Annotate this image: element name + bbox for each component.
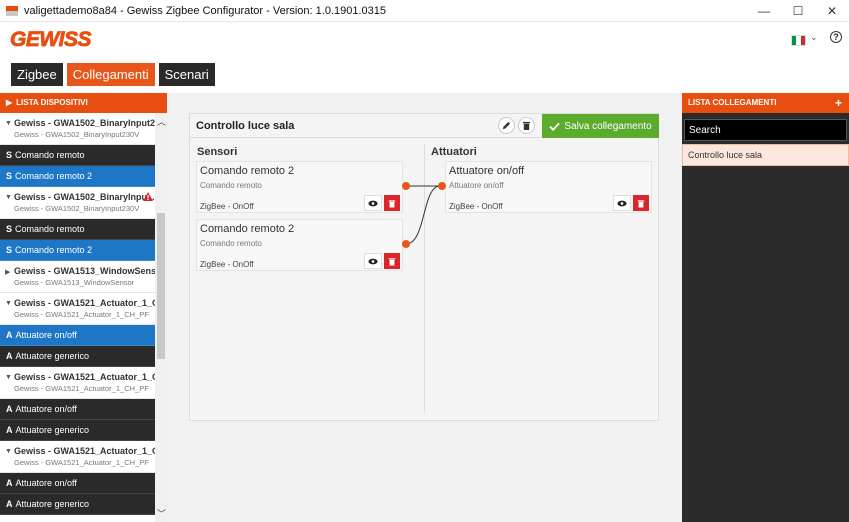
function-label: Attuatore on/off (15, 330, 77, 340)
caret-down-icon[interactable]: ▼ (5, 194, 12, 201)
caret-right-icon: ▶ (6, 98, 13, 107)
function-label: Attuatore generico (15, 351, 90, 361)
link-card: Controllo luce sala Salva collegamento S… (189, 113, 659, 421)
device-name: Gewiss - GWA1502_BinaryInput2... (14, 118, 155, 128)
app-icon (6, 5, 18, 16)
window-controls: — ☐ ✕ (747, 0, 849, 22)
device-entry[interactable]: ▼ Gewiss - GWA1521_Actuator_1_C... Gewiss … (0, 293, 155, 325)
close-button[interactable]: ✕ (815, 0, 849, 22)
scrollbar-thumb[interactable] (157, 213, 165, 359)
device-entry[interactable]: ▼ Gewiss - GWA1502_BinaryInpu... Gewiss - … (0, 187, 155, 219)
device-list: ▼ Gewiss - GWA1502_BinaryInput2... Gewiss … (0, 113, 155, 522)
device-list-panel: ▶ LISTA DISPOSITIVI ▼ Gewiss - GWA1502_Bin… (0, 93, 167, 522)
sensor-output-connector[interactable] (402, 182, 410, 190)
device-model: Gewiss - GWA1502_BinaryInput230V (14, 204, 140, 213)
device-function-item[interactable]: A Attuatore on/off (0, 399, 155, 420)
tab-scenari[interactable]: Scenari (158, 63, 215, 86)
svg-text:GEWISS: GEWISS (10, 28, 92, 50)
function-type-badge: S (6, 245, 13, 255)
function-type-badge: A (6, 330, 13, 340)
device-function-item[interactable]: S Comando remoto (0, 145, 155, 166)
function-label: Comando remoto (15, 224, 85, 234)
device-function-item[interactable]: A Attuatore on/off (0, 325, 155, 346)
device-list-scrollbar[interactable]: ︿ ﹀ (155, 113, 167, 522)
function-label: Comando remoto 2 (15, 171, 93, 181)
function-label: Comando remoto 2 (15, 245, 93, 255)
language-flag-icon[interactable] (791, 35, 806, 46)
connection-wire[interactable] (405, 185, 441, 245)
scroll-down-icon[interactable]: ﹀ (157, 507, 166, 520)
gewiss-logo: GEWISS (10, 28, 93, 53)
caret-down-icon[interactable]: ▼ (5, 374, 12, 381)
device-entry[interactable]: ▼ Gewiss - GWA1502_BinaryInput2... Gewiss … (0, 113, 155, 145)
device-list-title: LISTA DISPOSITIVI (16, 98, 88, 107)
device-model: Gewiss - GWA1521_Actuator_1_CH_PF (14, 384, 149, 393)
device-model: Gewiss - GWA1521_Actuator_1_CH_PF (14, 310, 149, 319)
brand-bar: GEWISS ⌄ ? (0, 22, 849, 58)
warning-icon (143, 192, 153, 201)
device-function-item[interactable]: A Attuatore on/off (0, 473, 155, 494)
link-list-header: LISTA COLLEGAMENTI + (682, 93, 849, 113)
device-function-item[interactable]: A Attuatore generico (0, 494, 155, 515)
device-model: Gewiss - GWA1521_Actuator_1_CH_PF (14, 458, 149, 467)
actuator-input-connector[interactable] (438, 182, 446, 190)
function-type-badge: A (6, 478, 13, 488)
connection-wires (405, 185, 441, 245)
device-entry[interactable]: ▶ Gewiss - GWA1513_WindowSens... Gewiss - … (0, 261, 155, 293)
function-type-badge: A (6, 499, 13, 509)
device-function-item[interactable]: A Attuatore generico (0, 420, 155, 441)
device-name: Gewiss - GWA1521_Actuator_1_C... (14, 372, 155, 382)
function-type-badge: S (6, 171, 13, 181)
device-model: Gewiss - GWA1513_WindowSensor (14, 278, 135, 287)
function-label: Attuatore on/off (15, 404, 77, 414)
device-name: Gewiss - GWA1521_Actuator_1_C... (14, 446, 155, 456)
device-name: Gewiss - GWA1513_WindowSens... (14, 266, 155, 276)
caret-down-icon[interactable]: ▼ (5, 300, 12, 307)
window-title-bar: valigettademo8a84 - Gewiss Zigbee Config… (0, 0, 849, 22)
device-name: Gewiss - GWA1521_Actuator_1_C... (14, 298, 155, 308)
help-icon[interactable]: ? (830, 31, 842, 43)
window-title: valigettademo8a84 - Gewiss Zigbee Config… (24, 4, 386, 17)
function-type-badge: A (6, 425, 13, 435)
function-label: Attuatore generico (15, 425, 90, 435)
device-entry[interactable]: ▼ Gewiss - GWA1521_Actuator_1_C... Gewiss … (0, 441, 155, 473)
flag-stripe (800, 36, 805, 45)
device-model: Gewiss - GWA1502_BinaryInput230V (14, 130, 140, 139)
link-list-item[interactable]: Controllo luce sala (682, 144, 849, 166)
device-list-header: ▶ LISTA DISPOSITIVI (0, 93, 167, 113)
caret-down-icon[interactable]: ▼ (5, 120, 12, 127)
function-type-badge: S (6, 224, 13, 234)
link-list-title: LISTA COLLEGAMENTI (688, 98, 777, 107)
function-label: Comando remoto (15, 150, 85, 160)
device-name: Gewiss - GWA1502_BinaryInpu... (14, 192, 155, 202)
function-label: Attuatore on/off (15, 478, 77, 488)
scroll-up-icon[interactable]: ︿ (157, 115, 166, 128)
link-list-panel: LISTA COLLEGAMENTI + Controllo luce sala (682, 93, 849, 522)
maximize-button[interactable]: ☐ (781, 0, 815, 22)
device-function-item[interactable]: A Attuatore generico (0, 346, 155, 367)
chevron-down-icon[interactable]: ⌄ (810, 32, 818, 43)
device-function-item[interactable]: S Comando remoto (0, 219, 155, 240)
device-function-item[interactable]: S Comando remoto 2 (0, 166, 155, 187)
minimize-button[interactable]: — (747, 0, 781, 22)
sensor-output-connector[interactable] (402, 240, 410, 248)
link-editor-area: Controllo luce sala Salva collegamento S… (167, 93, 682, 522)
caret-right-icon[interactable]: ▶ (5, 268, 10, 276)
tab-zigbee[interactable]: Zigbee (11, 63, 63, 86)
function-type-badge: A (6, 404, 13, 414)
function-label: Attuatore generico (15, 499, 90, 509)
link-search-input[interactable] (684, 119, 847, 141)
device-function-item[interactable]: S Comando remoto 2 (0, 240, 155, 261)
add-link-icon[interactable]: + (835, 93, 842, 113)
function-type-badge: S (6, 150, 13, 160)
caret-down-icon[interactable]: ▼ (5, 448, 12, 455)
main-tabs: Zigbee Collegamenti Scenari (11, 63, 215, 86)
tab-collegamenti[interactable]: Collegamenti (66, 63, 155, 86)
function-type-badge: A (6, 351, 13, 361)
device-entry[interactable]: ▼ Gewiss - GWA1521_Actuator_1_C... Gewiss … (0, 367, 155, 399)
